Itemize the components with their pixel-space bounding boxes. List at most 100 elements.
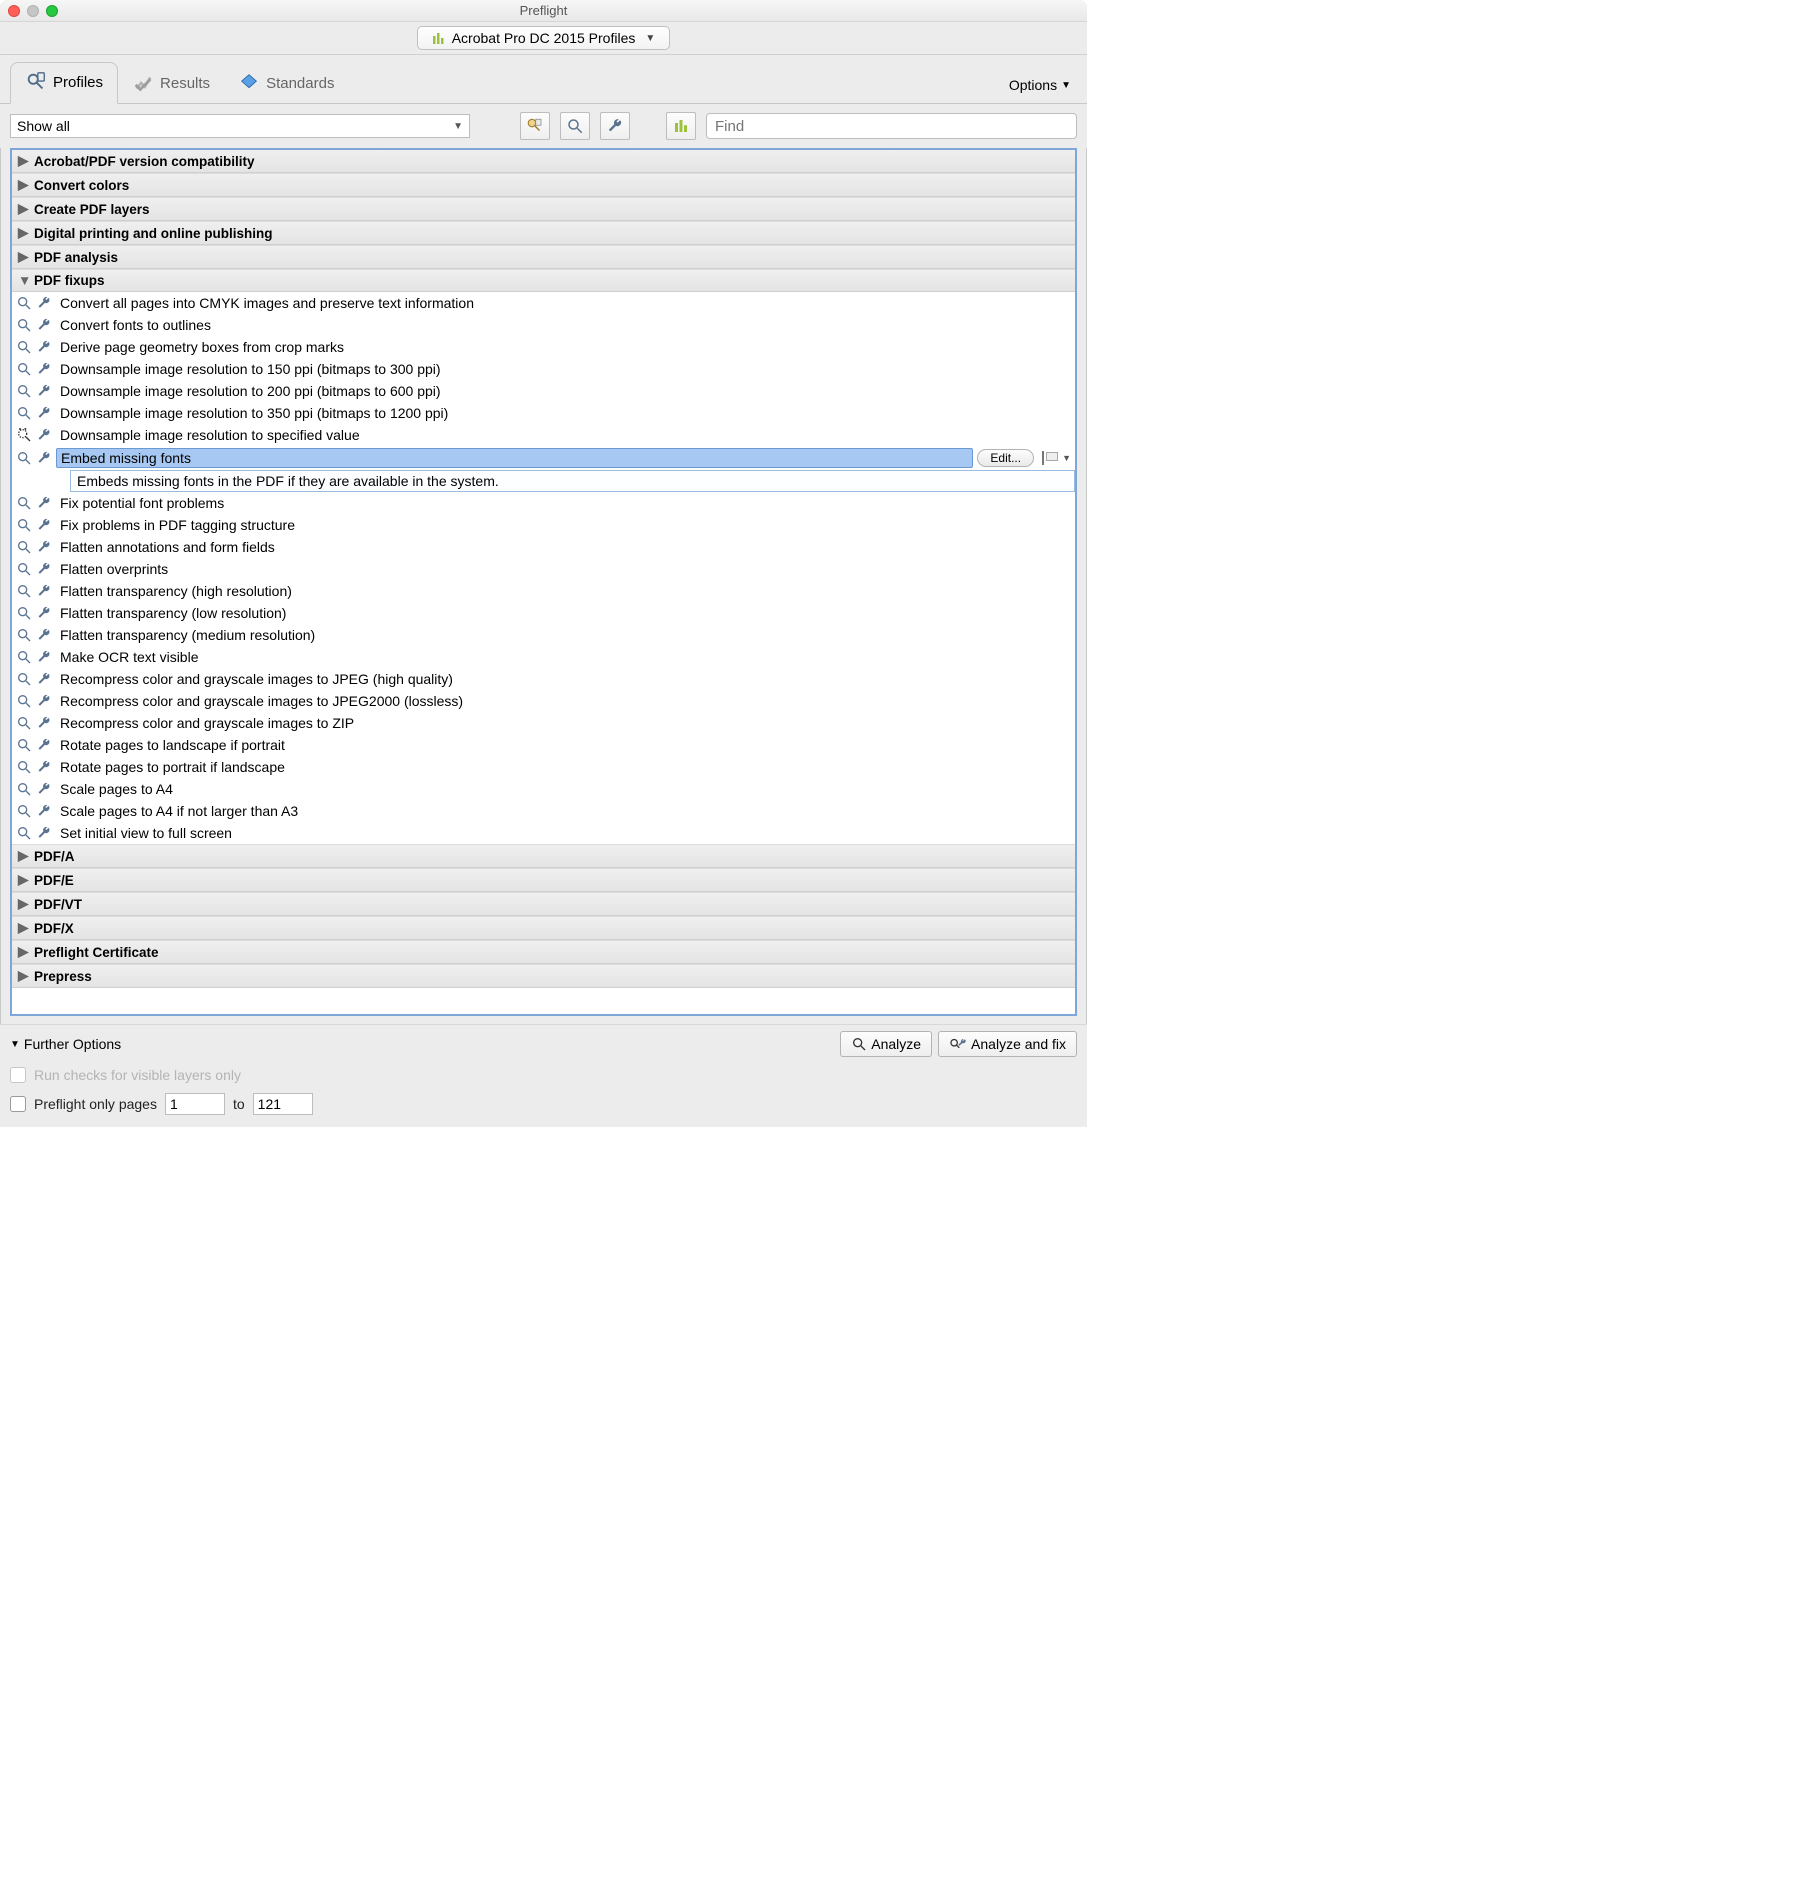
profile-item-description: Embeds missing fonts in the PDF if they … <box>70 470 1075 492</box>
magnifier-icon <box>16 693 32 709</box>
profile-item[interactable]: Recompress color and grayscale images to… <box>12 712 1075 734</box>
profile-item[interactable]: Downsample image resolution to 200 ppi (… <box>12 380 1075 402</box>
wrench-icon <box>36 737 52 753</box>
profile-item-label: Flatten transparency (medium resolution) <box>56 626 1071 644</box>
options-menu[interactable]: Options ▼ <box>1003 67 1077 103</box>
profiles-library-label: Acrobat Pro DC 2015 Profiles <box>452 30 636 46</box>
results-icon <box>132 72 154 94</box>
chevron-down-icon: ▼ <box>453 121 463 132</box>
chevron-right-icon: ▶ <box>18 177 28 193</box>
view-fixups-button[interactable] <box>600 112 630 140</box>
analyze-label: Analyze <box>871 1036 921 1052</box>
profile-item-label: Downsample image resolution to 200 ppi (… <box>56 382 1071 400</box>
window-title: Preflight <box>0 3 1087 18</box>
wrench-icon <box>36 317 52 333</box>
profile-item[interactable]: Scale pages to A4 if not larger than A3 <box>12 800 1075 822</box>
view-profiles-button[interactable] <box>520 112 550 140</box>
profile-item[interactable]: Flatten annotations and form fields <box>12 536 1075 558</box>
tab-profiles[interactable]: Profiles <box>10 62 118 104</box>
profile-item[interactable]: Fix potential font problems <box>12 492 1075 514</box>
group-header[interactable]: ▶PDF/VT <box>12 892 1075 916</box>
page-to-input[interactable] <box>253 1093 313 1115</box>
profile-item[interactable]: Convert all pages into CMYK images and p… <box>12 292 1075 314</box>
magnifier-icon <box>16 759 32 775</box>
analyze-and-fix-button[interactable]: Analyze and fix <box>938 1031 1077 1057</box>
preflight-pages-checkbox[interactable] <box>10 1096 26 1112</box>
page-from-input[interactable] <box>165 1093 225 1115</box>
group-name: Convert colors <box>34 178 129 193</box>
group-name: Acrobat/PDF version compatibility <box>34 154 255 169</box>
profile-item[interactable]: Convert fonts to outlines <box>12 314 1075 336</box>
magnifier-icon <box>16 605 32 621</box>
group-header[interactable]: ▶PDF/A <box>12 844 1075 868</box>
profile-item[interactable]: Recompress color and grayscale images to… <box>12 690 1075 712</box>
chevron-down-icon[interactable]: ▼ <box>1062 453 1071 463</box>
profile-item-label: Embed missing fonts <box>56 448 973 468</box>
group-name: PDF/X <box>34 921 74 936</box>
profile-item[interactable]: Make OCR text visible <box>12 646 1075 668</box>
magnifier-icon <box>16 317 32 333</box>
further-options-toggle[interactable]: ▼ Further Options <box>10 1036 121 1052</box>
group-name: PDF fixups <box>34 273 105 288</box>
tab-results[interactable]: Results <box>118 64 224 104</box>
wrench-icon <box>606 117 624 135</box>
profile-item[interactable]: Rotate pages to landscape if portrait <box>12 734 1075 756</box>
profile-item[interactable]: Scale pages to A4 <box>12 778 1075 800</box>
run-checks-checkbox <box>10 1067 26 1083</box>
libraries-button[interactable] <box>666 112 696 140</box>
profile-item[interactable]: Flatten overprints <box>12 558 1075 580</box>
profile-item[interactable]: Recompress color and grayscale images to… <box>12 668 1075 690</box>
profile-item[interactable]: Downsample image resolution to specified… <box>12 424 1075 446</box>
group-header[interactable]: ▶Create PDF layers <box>12 197 1075 221</box>
tab-standards-label: Standards <box>266 75 334 92</box>
group-header[interactable]: ▶PDF analysis <box>12 245 1075 269</box>
chevron-right-icon: ▶ <box>18 968 28 984</box>
group-header[interactable]: ▶PDF/X <box>12 916 1075 940</box>
chevron-down-icon: ▼ <box>645 33 655 44</box>
chevron-down-icon: ▼ <box>10 1039 20 1050</box>
tab-standards[interactable]: Standards <box>224 64 348 104</box>
group-header[interactable]: ▶ Convert colors <box>12 173 1075 197</box>
magnifier-icon <box>16 649 32 665</box>
profile-item[interactable]: Downsample image resolution to 350 ppi (… <box>12 402 1075 424</box>
group-header[interactable]: ▶Digital printing and online publishing <box>12 221 1075 245</box>
profile-item[interactable]: Flatten transparency (medium resolution) <box>12 624 1075 646</box>
group-header[interactable]: ▼PDF fixups <box>12 269 1075 292</box>
standards-icon <box>238 72 260 94</box>
profile-item[interactable]: Flatten transparency (high resolution) <box>12 580 1075 602</box>
flag-icon[interactable] <box>1042 451 1058 465</box>
wrench-icon <box>36 693 52 709</box>
magnifier-icon <box>16 583 32 599</box>
find-input[interactable] <box>706 113 1077 139</box>
filter-dropdown[interactable]: Show all ▼ <box>10 114 470 138</box>
profile-item[interactable]: Rotate pages to portrait if landscape <box>12 756 1075 778</box>
wrench-icon <box>36 825 52 841</box>
magnifier-icon <box>16 361 32 377</box>
group-header[interactable]: ▶PDF/E <box>12 868 1075 892</box>
magnifier-icon <box>16 715 32 731</box>
group-name: Preflight Certificate <box>34 945 159 960</box>
profile-item[interactable]: Embed missing fontsEdit... ▼ <box>12 446 1075 470</box>
profile-item[interactable]: Derive page geometry boxes from crop mar… <box>12 336 1075 358</box>
profiles-library-dropdown[interactable]: Acrobat Pro DC 2015 Profiles ▼ <box>417 26 671 50</box>
group-header[interactable]: ▶Preflight Certificate <box>12 940 1075 964</box>
profile-item-label: Recompress color and grayscale images to… <box>56 692 1071 710</box>
group-header[interactable]: ▶Prepress <box>12 964 1075 988</box>
options-label: Options <box>1009 77 1057 93</box>
edit-button[interactable]: Edit... <box>977 449 1034 467</box>
profile-item[interactable]: Flatten transparency (low resolution) <box>12 602 1075 624</box>
chevron-right-icon: ▶ <box>18 848 28 864</box>
view-checks-button[interactable] <box>560 112 590 140</box>
further-options-label: Further Options <box>24 1036 121 1052</box>
profile-item[interactable]: Set initial view to full screen <box>12 822 1075 844</box>
group-header[interactable]: ▶Acrobat/PDF version compatibility <box>12 150 1075 173</box>
profile-item-label: Downsample image resolution to 350 ppi (… <box>56 404 1071 422</box>
profile-item[interactable]: Fix problems in PDF tagging structure <box>12 514 1075 536</box>
wrench-icon <box>36 495 52 511</box>
preflight-pages-label: Preflight only pages <box>34 1096 157 1112</box>
profile-item-label: Derive page geometry boxes from crop mar… <box>56 338 1071 356</box>
analyze-button[interactable]: Analyze <box>840 1031 932 1057</box>
profiles-tree[interactable]: ▶Acrobat/PDF version compatibility▶Conve… <box>10 148 1077 1016</box>
profile-item-label: Scale pages to A4 <box>56 780 1071 798</box>
profile-item[interactable]: Downsample image resolution to 150 ppi (… <box>12 358 1075 380</box>
